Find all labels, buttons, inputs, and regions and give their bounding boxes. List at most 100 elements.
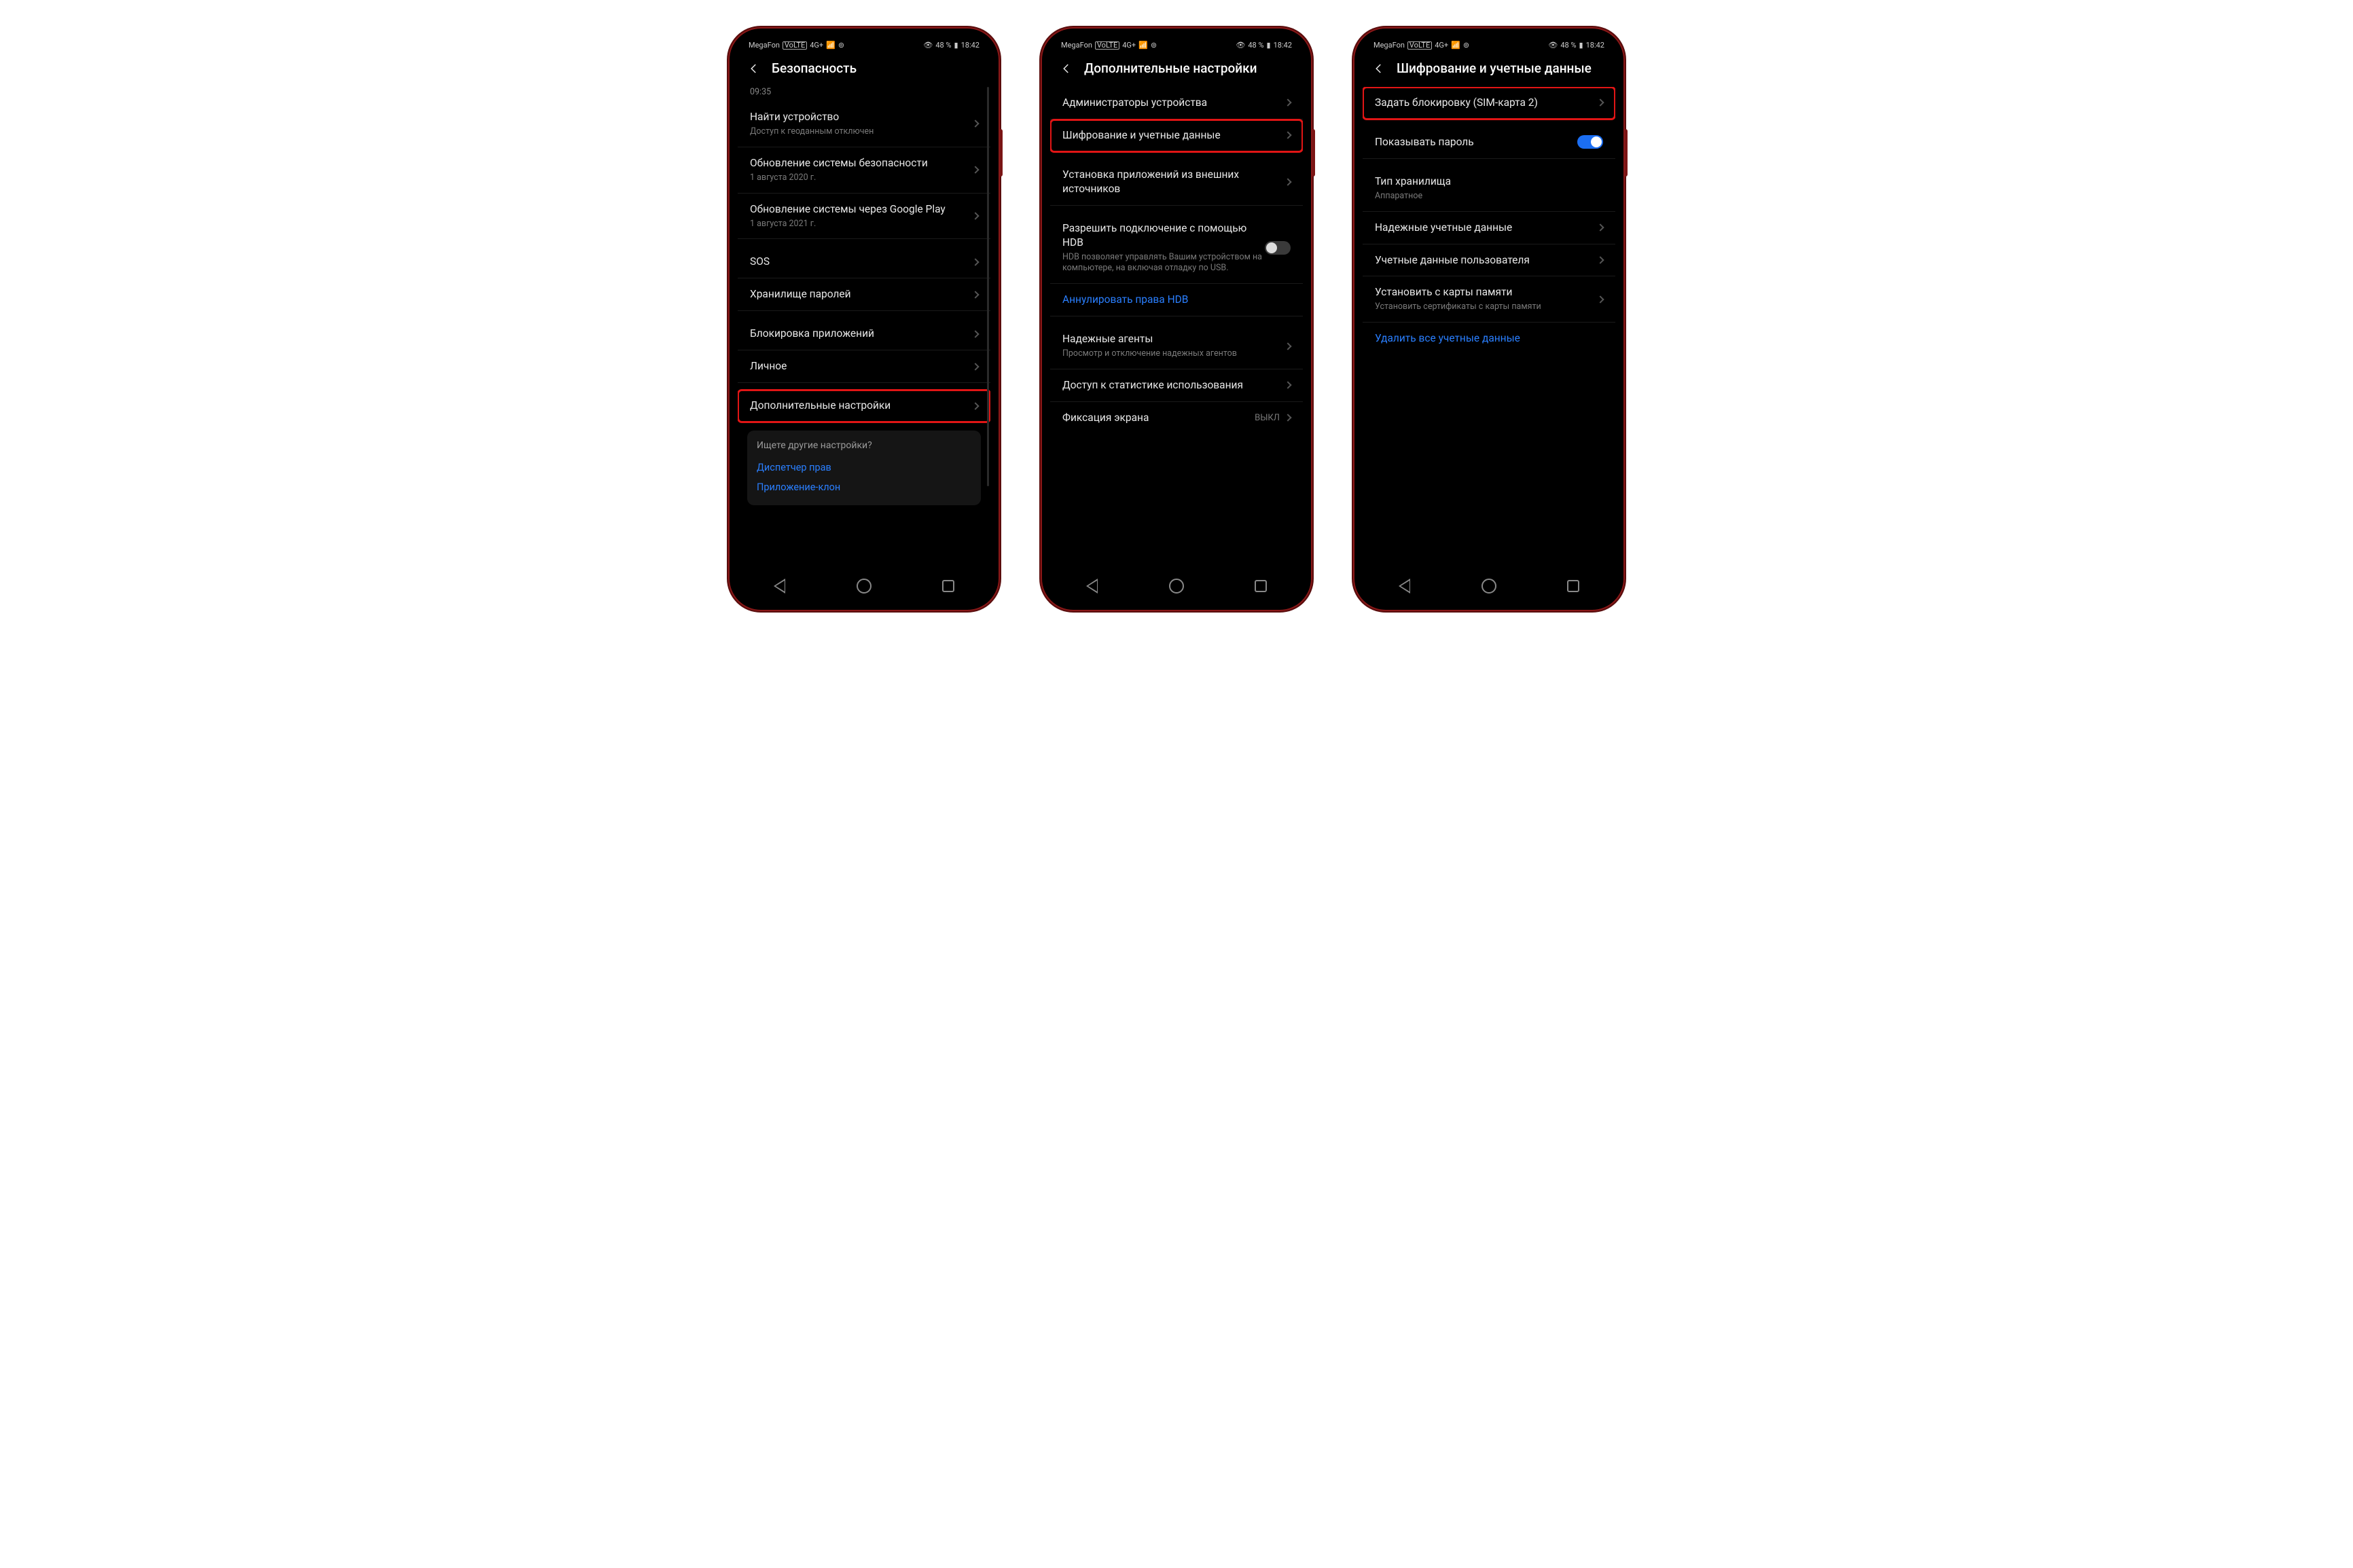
status-bar: MegaFon VoLTE 4G+ 📶 ⊚ 👁 48 % ▮ 18:42	[738, 37, 990, 52]
row-trusted-creds[interactable]: Надежные учетные данные	[1363, 212, 1615, 244]
chevron-right-icon	[1596, 223, 1604, 231]
chevron-right-icon	[971, 402, 979, 409]
status-bar: MegaFon VoLTE 4G+ 📶 ⊚ 👁 48 % ▮ 18:42	[1363, 37, 1615, 52]
row-encryption[interactable]: Шифрование и учетные данные	[1050, 120, 1303, 152]
clock: 18:42	[1586, 41, 1604, 50]
row-app-lock[interactable]: Блокировка приложений	[738, 318, 990, 350]
row-security-update[interactable]: Обновление системы безопасности 1 август…	[738, 147, 990, 194]
chevron-right-icon	[971, 330, 979, 338]
row-install-sd[interactable]: Установить с карты памяти Установить сер…	[1363, 276, 1615, 323]
nav-home-button[interactable]	[1168, 577, 1185, 595]
link-app-clone[interactable]: Приложение-клон	[757, 477, 971, 497]
prev-item-time: 09:35	[738, 87, 990, 101]
battery-icon: ▮	[1579, 41, 1583, 50]
back-button[interactable]	[747, 62, 761, 75]
content-2: Администраторы устройства Шифрование и у…	[1050, 87, 1303, 568]
battery-pct: 48 %	[935, 41, 951, 50]
row-label: Дополнительные настройки	[750, 399, 973, 413]
row-label: Установка приложений из внешних источник…	[1062, 168, 1285, 196]
screen-1: MegaFon VoLTE 4G+ 📶 ⊚ 👁 48 % ▮ 18:42 Без…	[738, 37, 990, 602]
row-label: Учетные данные пользователя	[1375, 253, 1598, 268]
row-gplay-update[interactable]: Обновление системы через Google Play 1 а…	[738, 194, 990, 240]
row-sim-lock[interactable]: Задать блокировку (SIM-карта 2)	[1363, 87, 1615, 120]
suggestions-card: Ищете другие настройки? Диспетчер прав П…	[747, 431, 981, 505]
show-password-toggle[interactable]	[1577, 135, 1603, 149]
row-password-store[interactable]: Хранилище паролей	[738, 278, 990, 311]
row-clear-creds[interactable]: Удалить все учетные данные	[1363, 323, 1615, 354]
row-label: Администраторы устройства	[1062, 96, 1285, 110]
signal-icon: 📶	[1451, 41, 1460, 50]
row-label: Показывать пароль	[1375, 135, 1577, 149]
page-title: Безопасность	[772, 60, 857, 76]
row-label: Надежные агенты	[1062, 332, 1285, 346]
nav-recents-button[interactable]	[1564, 577, 1582, 595]
chevron-right-icon	[971, 363, 979, 370]
row-find-device[interactable]: Найти устройство Доступ к геоданным откл…	[738, 101, 990, 147]
row-screen-pinning[interactable]: Фиксация экрана ВЫКЛ	[1050, 402, 1303, 434]
alarm-icon: 👁	[1548, 41, 1558, 50]
hotspot-icon: ⊚	[1463, 41, 1469, 50]
network-icon: 4G+	[1435, 41, 1448, 50]
carrier-label: MegaFon	[1373, 41, 1405, 50]
volte-icon: VoLTE	[783, 41, 807, 50]
chevron-right-icon	[1284, 382, 1291, 389]
nav-home-button[interactable]	[1480, 577, 1498, 595]
chevron-right-icon	[1284, 99, 1291, 107]
row-hdb[interactable]: Разрешить подключение с помощью HDB HDB …	[1050, 213, 1303, 285]
nav-home-button[interactable]	[855, 577, 873, 595]
row-label: Шифрование и учетные данные	[1062, 128, 1285, 143]
nav-back-button[interactable]	[1396, 577, 1414, 595]
signal-icon: 📶	[826, 41, 836, 50]
back-button[interactable]	[1060, 62, 1073, 75]
back-button[interactable]	[1372, 62, 1386, 75]
alarm-icon: 👁	[923, 41, 933, 50]
header: Шифрование и учетные данные	[1363, 52, 1615, 87]
chevron-right-icon	[971, 291, 979, 298]
row-label: Обновление системы безопасности	[750, 156, 973, 170]
row-label: Личное	[750, 359, 973, 373]
row-sub: Аппаратное	[1375, 191, 1603, 202]
alarm-icon: 👁	[1236, 41, 1245, 50]
nav-back-button[interactable]	[1083, 577, 1101, 595]
screen-2: MegaFon VoLTE 4G+ 📶 ⊚ 👁 48 % ▮ 18:42 Доп…	[1050, 37, 1303, 602]
row-user-creds[interactable]: Учетные данные пользователя	[1363, 244, 1615, 277]
hotspot-icon: ⊚	[838, 41, 844, 50]
row-hdb-revoke[interactable]: Аннулировать права HDB	[1050, 284, 1303, 316]
battery-pct: 48 %	[1248, 41, 1263, 50]
row-sos[interactable]: SOS	[738, 246, 990, 278]
scrollbar[interactable]	[987, 87, 989, 486]
row-install-external[interactable]: Установка приложений из внешних источник…	[1050, 159, 1303, 206]
row-value: ВЫКЛ	[1255, 413, 1280, 423]
row-sub: HDB позволяет управлять Вашим устройство…	[1062, 252, 1265, 275]
row-trusted-agents[interactable]: Надежные агенты Просмотр и отключение на…	[1050, 323, 1303, 369]
card-title: Ищете другие настройки?	[757, 440, 971, 451]
nav-recents-button[interactable]	[1252, 577, 1270, 595]
chevron-right-icon	[971, 212, 979, 219]
nav-recents-button[interactable]	[939, 577, 957, 595]
hotspot-icon: ⊚	[1151, 41, 1157, 50]
signal-icon: 📶	[1138, 41, 1148, 50]
row-label: Разрешить подключение с помощью HDB	[1062, 221, 1265, 250]
screen-3: MegaFon VoLTE 4G+ 📶 ⊚ 👁 48 % ▮ 18:42 Шиф…	[1363, 37, 1615, 602]
row-label: Фиксация экрана	[1062, 411, 1255, 425]
clock: 18:42	[961, 41, 980, 50]
chevron-right-icon	[971, 166, 979, 174]
carrier-label: MegaFon	[1061, 41, 1092, 50]
row-label: Хранилище паролей	[750, 287, 973, 302]
nav-back-button[interactable]	[771, 577, 789, 595]
phone-frame-3: MegaFon VoLTE 4G+ 📶 ⊚ 👁 48 % ▮ 18:42 Шиф…	[1353, 27, 1625, 611]
row-usage-access[interactable]: Доступ к статистике использования	[1050, 369, 1303, 402]
clock: 18:42	[1274, 41, 1292, 50]
row-private[interactable]: Личное	[738, 350, 990, 383]
row-label: SOS	[750, 255, 973, 269]
hdb-toggle[interactable]	[1265, 241, 1291, 255]
page-title: Дополнительные настройки	[1084, 60, 1257, 76]
chevron-right-icon	[971, 258, 979, 266]
row-show-password[interactable]: Показывать пароль	[1363, 126, 1615, 159]
link-permission-manager[interactable]: Диспетчер прав	[757, 458, 971, 477]
row-storage-type: Тип хранилища Аппаратное	[1363, 166, 1615, 212]
row-more-settings[interactable]: Дополнительные настройки	[738, 390, 990, 422]
chevron-right-icon	[971, 120, 979, 128]
phone-frame-1: MegaFon VoLTE 4G+ 📶 ⊚ 👁 48 % ▮ 18:42 Без…	[728, 27, 1000, 611]
row-device-admins[interactable]: Администраторы устройства	[1050, 87, 1303, 120]
